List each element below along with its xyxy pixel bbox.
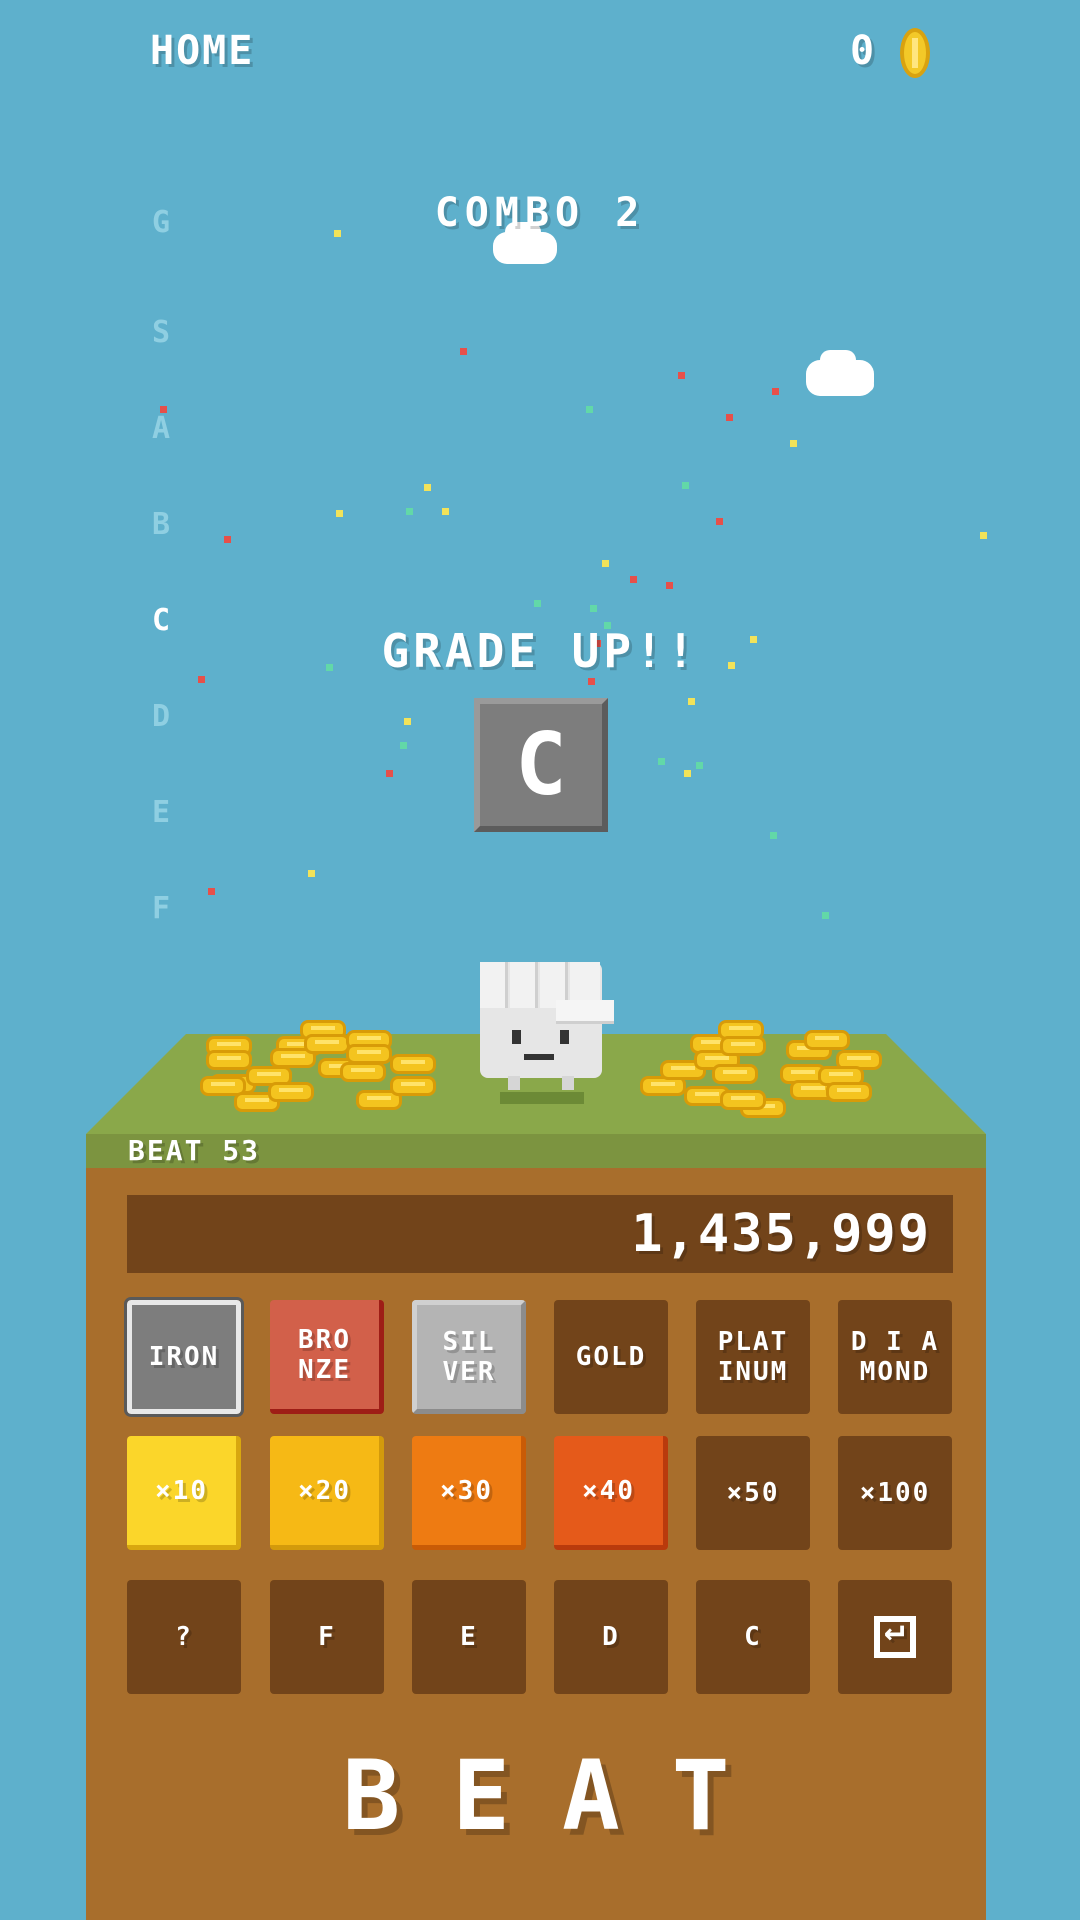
- grade-scale-letter: B: [152, 507, 171, 542]
- confetti-piece: [308, 870, 315, 877]
- multiplier-tile[interactable]: ×100: [838, 1436, 952, 1550]
- material-tile[interactable]: BRO NZE: [270, 1300, 384, 1414]
- multiplier-tile[interactable]: ×40: [554, 1436, 668, 1550]
- coin-stack-piece: [826, 1082, 872, 1102]
- back-button[interactable]: [838, 1580, 952, 1694]
- confetti-piece: [586, 406, 593, 413]
- confetti-piece: [424, 484, 431, 491]
- multiplier-tile[interactable]: ×30: [412, 1436, 526, 1550]
- grade-tile[interactable]: C: [696, 1580, 810, 1694]
- grade-scale-letter: D: [152, 699, 171, 734]
- back-icon: [874, 1614, 916, 1658]
- confetti-piece: [684, 770, 691, 777]
- confetti-piece: [590, 605, 597, 612]
- confetti-piece: [334, 230, 341, 237]
- confetti-piece: [678, 372, 685, 379]
- grade-tile[interactable]: ?: [127, 1580, 241, 1694]
- coin-stack-piece: [346, 1044, 392, 1064]
- coin-stack-piece: [720, 1036, 766, 1056]
- confetti-piece: [822, 912, 829, 919]
- grade-badge: C: [474, 698, 608, 832]
- cloud: [493, 222, 557, 264]
- grade-tile[interactable]: D: [554, 1580, 668, 1694]
- beat-count: BEAT 53: [128, 1134, 261, 1167]
- coin-icon: [900, 28, 930, 78]
- multiplier-tile[interactable]: ×50: [696, 1436, 810, 1550]
- confetti-piece: [696, 762, 703, 769]
- confetti-piece: [588, 678, 595, 685]
- grade-tile[interactable]: E: [412, 1580, 526, 1694]
- cloud: [806, 350, 874, 396]
- material-tile[interactable]: IRON: [124, 1297, 244, 1417]
- coin-stack-piece: [206, 1050, 252, 1070]
- material-tile[interactable]: PLAT INUM: [696, 1300, 810, 1414]
- grade-up-label: GRADE UP!!: [381, 624, 699, 678]
- confetti-piece: [630, 576, 637, 583]
- confetti-piece: [404, 718, 411, 725]
- beat-button[interactable]: BEAT: [86, 1740, 986, 1852]
- eye: [560, 1030, 569, 1044]
- confetti-piece: [460, 348, 467, 355]
- mouth: [524, 1054, 554, 1060]
- confetti-piece: [208, 888, 215, 895]
- confetti-piece: [160, 406, 167, 413]
- grade-tile[interactable]: F: [270, 1580, 384, 1694]
- fist-character[interactable]: [480, 962, 614, 1090]
- material-tile[interactable]: SIL VER: [412, 1300, 526, 1414]
- confetti-piece: [790, 440, 797, 447]
- score-display: 1,435,999: [127, 1195, 953, 1273]
- multiplier-tile[interactable]: ×10: [127, 1436, 241, 1550]
- coin-stack-piece: [390, 1054, 436, 1074]
- confetti-piece: [726, 414, 733, 421]
- confetti-piece: [386, 770, 393, 777]
- coin-stack-piece: [340, 1062, 386, 1082]
- confetti-piece: [400, 742, 407, 749]
- confetti-piece: [658, 758, 665, 765]
- material-tile[interactable]: GOLD: [554, 1300, 668, 1414]
- confetti-piece: [336, 510, 343, 517]
- hero-shadow: [500, 1092, 584, 1104]
- coin-stack-piece: [268, 1082, 314, 1102]
- confetti-piece: [442, 508, 449, 515]
- coin-stack-piece: [720, 1090, 766, 1110]
- grade-scale-letter: G: [152, 205, 171, 240]
- eye: [512, 1030, 521, 1044]
- coin-stack-piece: [804, 1030, 850, 1050]
- grade-scale-letter: E: [152, 795, 171, 830]
- confetti-piece: [682, 482, 689, 489]
- multiplier-tile[interactable]: ×20: [270, 1436, 384, 1550]
- home-button[interactable]: HOME: [150, 28, 254, 74]
- confetti-piece: [602, 560, 609, 567]
- confetti-piece: [980, 532, 987, 539]
- confetti-piece: [772, 388, 779, 395]
- confetti-piece: [666, 582, 673, 589]
- coin-stack-piece: [304, 1034, 350, 1054]
- grade-scale-letter: F: [152, 891, 171, 926]
- material-tile[interactable]: D I A MOND: [838, 1300, 952, 1414]
- coin-count: 0: [850, 28, 877, 74]
- grade-scale-letter: A: [152, 411, 171, 446]
- coin-stack-piece: [390, 1076, 436, 1096]
- confetti-piece: [224, 536, 231, 543]
- confetti-piece: [406, 508, 413, 515]
- grade-scale-letter: S: [152, 315, 171, 350]
- confetti-piece: [688, 698, 695, 705]
- coin-stack-piece: [712, 1064, 758, 1084]
- confetti-piece: [716, 518, 723, 525]
- confetti-piece: [534, 600, 541, 607]
- confetti-piece: [770, 832, 777, 839]
